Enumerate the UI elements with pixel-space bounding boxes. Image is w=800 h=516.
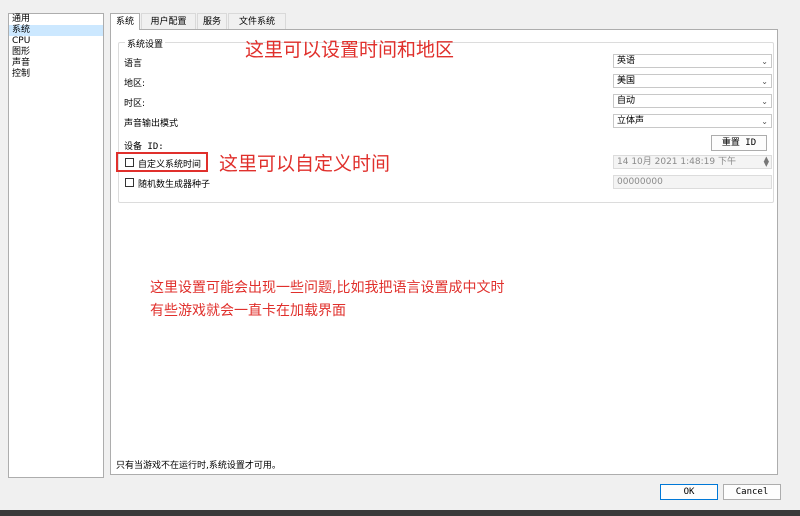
annotation-custom-time-note: 这里可以自定义时间	[219, 153, 391, 175]
language-select[interactable]: 英语 ⌄	[613, 54, 772, 68]
rng-seed-value: 00000000	[617, 177, 663, 187]
chevron-down-icon: ⌄	[761, 97, 768, 106]
annotation-warning-line1: 这里设置可能会出现一些问题,比如我把语言设置成中文时	[150, 280, 505, 296]
chevron-down-icon: ⌄	[761, 117, 768, 126]
settings-window: 通用 系统 CPU 图形 声音 控制 系统 用户配置 服务 文件系统 系统设置 …	[0, 0, 800, 516]
rng-seed-checkbox[interactable]	[125, 178, 134, 187]
chevron-down-icon: ⌄	[761, 57, 768, 66]
tab-system[interactable]: 系统	[110, 13, 140, 30]
group-title: 系统设置	[125, 37, 166, 50]
tab-filesystem[interactable]: 文件系统	[228, 13, 286, 29]
footer-note: 只有当游戏不在运行时,系统设置才可用。	[116, 461, 281, 471]
rng-seed-input[interactable]: 00000000	[613, 175, 772, 189]
reset-id-button[interactable]: 重置 ID	[711, 135, 767, 151]
window-bottom-edge	[0, 510, 800, 516]
annotation-warning-line2: 有些游戏就会一直卡在加载界面	[150, 303, 346, 319]
language-label: 语言	[124, 59, 143, 69]
ok-button[interactable]: OK	[660, 484, 718, 500]
cancel-button[interactable]: Cancel	[723, 484, 781, 500]
spin-arrows-icon[interactable]: ▲ ▼	[764, 156, 769, 168]
region-label: 地区:	[124, 79, 146, 89]
sound-output-select[interactable]: 立体声 ⌄	[613, 114, 772, 128]
title-strip	[0, 0, 800, 6]
sound-output-label: 声音输出模式	[124, 119, 179, 129]
annotation-region-note: 这里可以设置时间和地区	[245, 39, 455, 61]
custom-time-value: 14 10月 2021 1:48:19 下午	[617, 157, 736, 167]
category-list[interactable]: 通用 系统 CPU 图形 声音 控制	[8, 13, 104, 478]
system-settings-group: 系统设置 语言 英语 ⌄ 地区: 美国 ⌄ 时区: 自动 ⌄ 声音输出模式 立体…	[118, 37, 774, 203]
timezone-select[interactable]: 自动 ⌄	[613, 94, 772, 108]
sidebar-item-cpu[interactable]: CPU	[9, 36, 103, 47]
region-select[interactable]: 美国 ⌄	[613, 74, 772, 88]
timezone-value: 自动	[617, 96, 636, 106]
timezone-label: 时区:	[124, 99, 146, 109]
sidebar-item-audio[interactable]: 声音	[9, 58, 103, 69]
sidebar-item-controls[interactable]: 控制	[9, 69, 103, 80]
tab-services[interactable]: 服务	[197, 13, 227, 29]
language-value: 英语	[617, 56, 636, 66]
rng-seed-label[interactable]: 随机数生成器种子	[138, 177, 210, 190]
sidebar-item-graphics[interactable]: 图形	[9, 47, 103, 58]
sound-output-value: 立体声	[617, 116, 645, 126]
region-value: 美国	[617, 76, 636, 86]
sidebar-item-system[interactable]: 系统	[9, 25, 103, 36]
chevron-down-icon: ⌄	[761, 77, 768, 86]
tab-content-panel: 系统设置 语言 英语 ⌄ 地区: 美国 ⌄ 时区: 自动 ⌄ 声音输出模式 立体…	[110, 29, 778, 475]
annotation-highlight-box	[116, 152, 208, 172]
sidebar-item-general[interactable]: 通用	[9, 14, 103, 25]
custom-time-datetime[interactable]: 14 10月 2021 1:48:19 下午 ▲ ▼	[613, 155, 772, 169]
device-id-label: 设备 ID:	[124, 142, 164, 152]
tab-user-config[interactable]: 用户配置	[141, 13, 196, 29]
